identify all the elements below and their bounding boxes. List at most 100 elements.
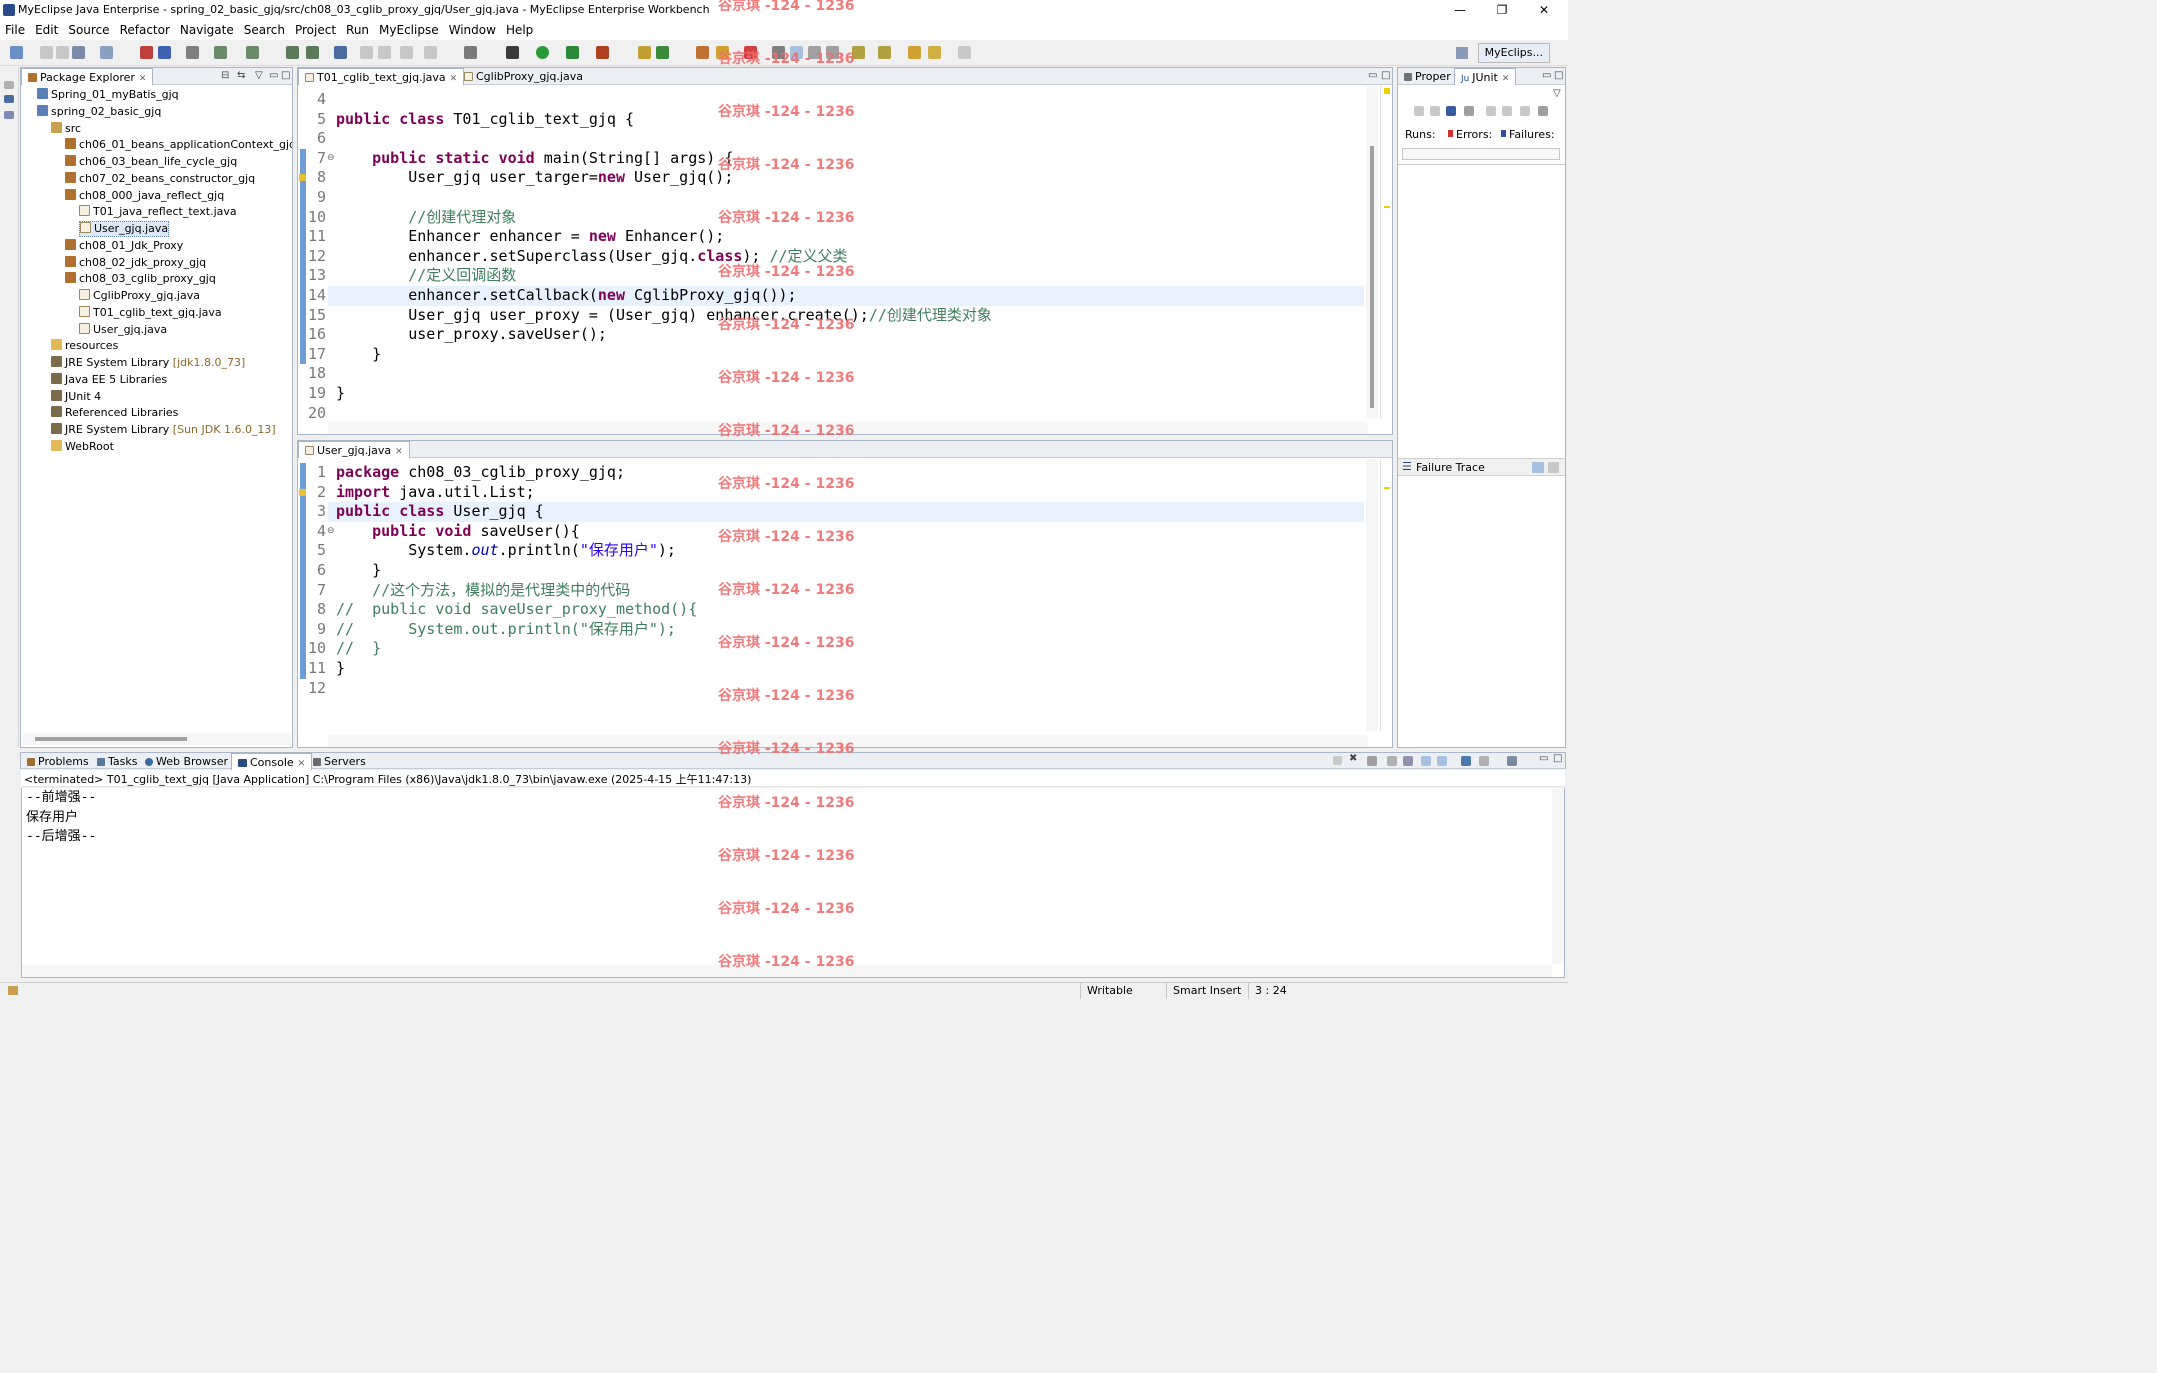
remove-launch-icon[interactable]: ✖: [1349, 753, 1357, 764]
maximize-button[interactable]: ❐: [1488, 2, 1516, 18]
code-line[interactable]: enhancer.setCallback(new CglibProxy_gjq(…: [336, 286, 796, 306]
code-line[interactable]: Enhancer enhancer = new Enhancer();: [336, 227, 724, 247]
db-icon[interactable]: [696, 46, 709, 59]
package-explorer-tab[interactable]: Package Explorer ✕: [21, 68, 154, 85]
code-line[interactable]: user_proxy.saveUser();: [336, 325, 607, 345]
horizontal-scrollbar[interactable]: [23, 733, 291, 745]
new-package-icon[interactable]: [286, 46, 299, 59]
show-failures-icon[interactable]: [1446, 106, 1456, 116]
new-class-icon[interactable]: [306, 46, 319, 59]
tab-problems[interactable]: Problems: [21, 753, 95, 770]
print-icon[interactable]: [72, 46, 85, 59]
show-stderr-icon[interactable]: [1437, 756, 1447, 766]
tab-junit[interactable]: Ju JUnit ✕: [1454, 68, 1517, 85]
remove-all-icon[interactable]: [1367, 756, 1377, 766]
tab-t01-cglib-text[interactable]: T01_cglib_text_gjq.java ✕: [298, 68, 465, 85]
code-line[interactable]: // public void saveUser_proxy_method(){: [336, 600, 697, 620]
open-console-icon[interactable]: [1507, 756, 1517, 766]
menu-refactor[interactable]: Refactor: [115, 20, 175, 38]
marker-icon[interactable]: [378, 46, 391, 59]
menu-project[interactable]: Project: [290, 20, 341, 38]
tree-item[interactable]: T01_cglib_text_gjq.java: [79, 305, 222, 321]
warning-icon[interactable]: [299, 174, 306, 182]
show-stdout-icon[interactable]: [1421, 756, 1431, 766]
code-line[interactable]: //创建代理对象: [336, 208, 516, 228]
menu-run[interactable]: Run: [341, 20, 374, 38]
scroll-lock-icon[interactable]: [1464, 106, 1474, 116]
view-menu-icon[interactable]: ▽: [1553, 88, 1561, 99]
new-icon[interactable]: [10, 46, 23, 59]
clear-console-icon[interactable]: [1387, 756, 1397, 766]
code-line[interactable]: public class T01_cglib_text_gjq {: [336, 110, 634, 130]
maximize-view-icon[interactable]: □: [281, 70, 290, 81]
scroll-lock-icon[interactable]: [1403, 756, 1413, 766]
coverage-icon[interactable]: [566, 46, 579, 59]
code-line[interactable]: import java.util.List;: [336, 483, 535, 503]
deploy-icon[interactable]: [140, 46, 153, 59]
warning-marker[interactable]: [1384, 487, 1390, 489]
code-line[interactable]: System.out.println("保存用户");: [336, 541, 676, 561]
occurrence-marker[interactable]: [1384, 206, 1390, 208]
prev-annotation-icon[interactable]: [878, 46, 891, 59]
code-line[interactable]: User_gjq user_targer=new User_gjq();: [336, 168, 733, 188]
tree-item[interactable]: WebRoot: [51, 439, 114, 455]
new-server-icon[interactable]: [100, 46, 113, 59]
maximize-view-icon[interactable]: □: [1553, 753, 1562, 764]
view-menu-icon[interactable]: ▽: [255, 70, 263, 81]
code-line[interactable]: // System.out.println("保存用户");: [336, 620, 676, 640]
code-line[interactable]: }: [336, 659, 345, 679]
close-icon[interactable]: ✕: [450, 74, 458, 84]
tree-item[interactable]: JUnit 4: [51, 389, 101, 405]
back-icon[interactable]: [928, 46, 941, 59]
globe-icon[interactable]: [334, 46, 347, 59]
close-icon[interactable]: ✕: [1502, 74, 1510, 84]
screen-icon[interactable]: [464, 46, 477, 59]
tree-item[interactable]: spring_02_basic_gjq: [37, 104, 161, 120]
server-icon[interactable]: [158, 46, 171, 59]
fold-toggle-icon[interactable]: ⊖: [327, 526, 335, 536]
vertical-scrollbar[interactable]: [1366, 86, 1378, 418]
search-tool-icon[interactable]: [400, 46, 413, 59]
minimize-view-icon[interactable]: ▭: [1368, 70, 1377, 81]
vertical-scrollbar[interactable]: [1366, 459, 1378, 731]
scroll-thumb[interactable]: [1370, 146, 1374, 408]
open-type-icon[interactable]: [214, 46, 227, 59]
link-editor-icon[interactable]: ⇆: [237, 70, 245, 81]
tree-item[interactable]: Spring_01_myBatis_gjq: [37, 87, 179, 103]
new-web-project-icon[interactable]: [638, 46, 651, 59]
menu-navigate[interactable]: Navigate: [175, 20, 239, 38]
tree-item[interactable]: ch08_000_java_reflect_gjq: [65, 188, 224, 204]
task-icon[interactable]: [360, 46, 373, 59]
warning-marker[interactable]: [1384, 88, 1390, 94]
close-button[interactable]: ✕: [1530, 2, 1558, 18]
save-all-icon[interactable]: [56, 46, 69, 59]
maximize-view-icon[interactable]: □: [1554, 70, 1563, 81]
terminate-icon[interactable]: [1333, 756, 1342, 765]
tree-item[interactable]: User_gjq.java: [79, 221, 170, 237]
tree-item[interactable]: src: [51, 121, 81, 137]
menu-search[interactable]: Search: [239, 20, 290, 38]
tree-item[interactable]: JRE System Library [jdk1.8.0_73]: [51, 355, 245, 371]
code-line[interactable]: //这个方法，模拟的是代理类中的代码: [336, 581, 630, 601]
restore-icon[interactable]: [4, 81, 14, 89]
scroll-thumb[interactable]: [35, 737, 187, 741]
web-browser-icon[interactable]: [186, 46, 199, 59]
collapse-all-icon[interactable]: ⊟: [221, 70, 229, 81]
code-line[interactable]: }: [336, 345, 381, 365]
tree-item[interactable]: User_gjq.java: [79, 322, 167, 338]
tree-item[interactable]: ch08_02_jdk_proxy_gjq: [65, 255, 206, 271]
tree-item[interactable]: ch08_03_cglib_proxy_gjq: [65, 271, 216, 287]
display-console-icon[interactable]: [1479, 756, 1489, 766]
code-line[interactable]: // }: [336, 639, 381, 659]
open-resource-icon[interactable]: [246, 46, 259, 59]
hierarchy-icon[interactable]: [4, 95, 14, 103]
code-line[interactable]: public static void main(String[] args) {: [336, 149, 733, 169]
tab-web-browser[interactable]: Web Browser: [139, 753, 234, 770]
menu-file[interactable]: File: [0, 20, 30, 38]
tree-item[interactable]: Java EE 5 Libraries: [51, 372, 167, 388]
menu-window[interactable]: Window: [444, 20, 501, 38]
tree-item[interactable]: ch06_01_beans_applicationContext_gjq: [65, 137, 292, 153]
open-perspective-icon[interactable]: [1456, 47, 1468, 59]
menu-source[interactable]: Source: [63, 20, 114, 38]
run-icon[interactable]: [536, 46, 549, 59]
